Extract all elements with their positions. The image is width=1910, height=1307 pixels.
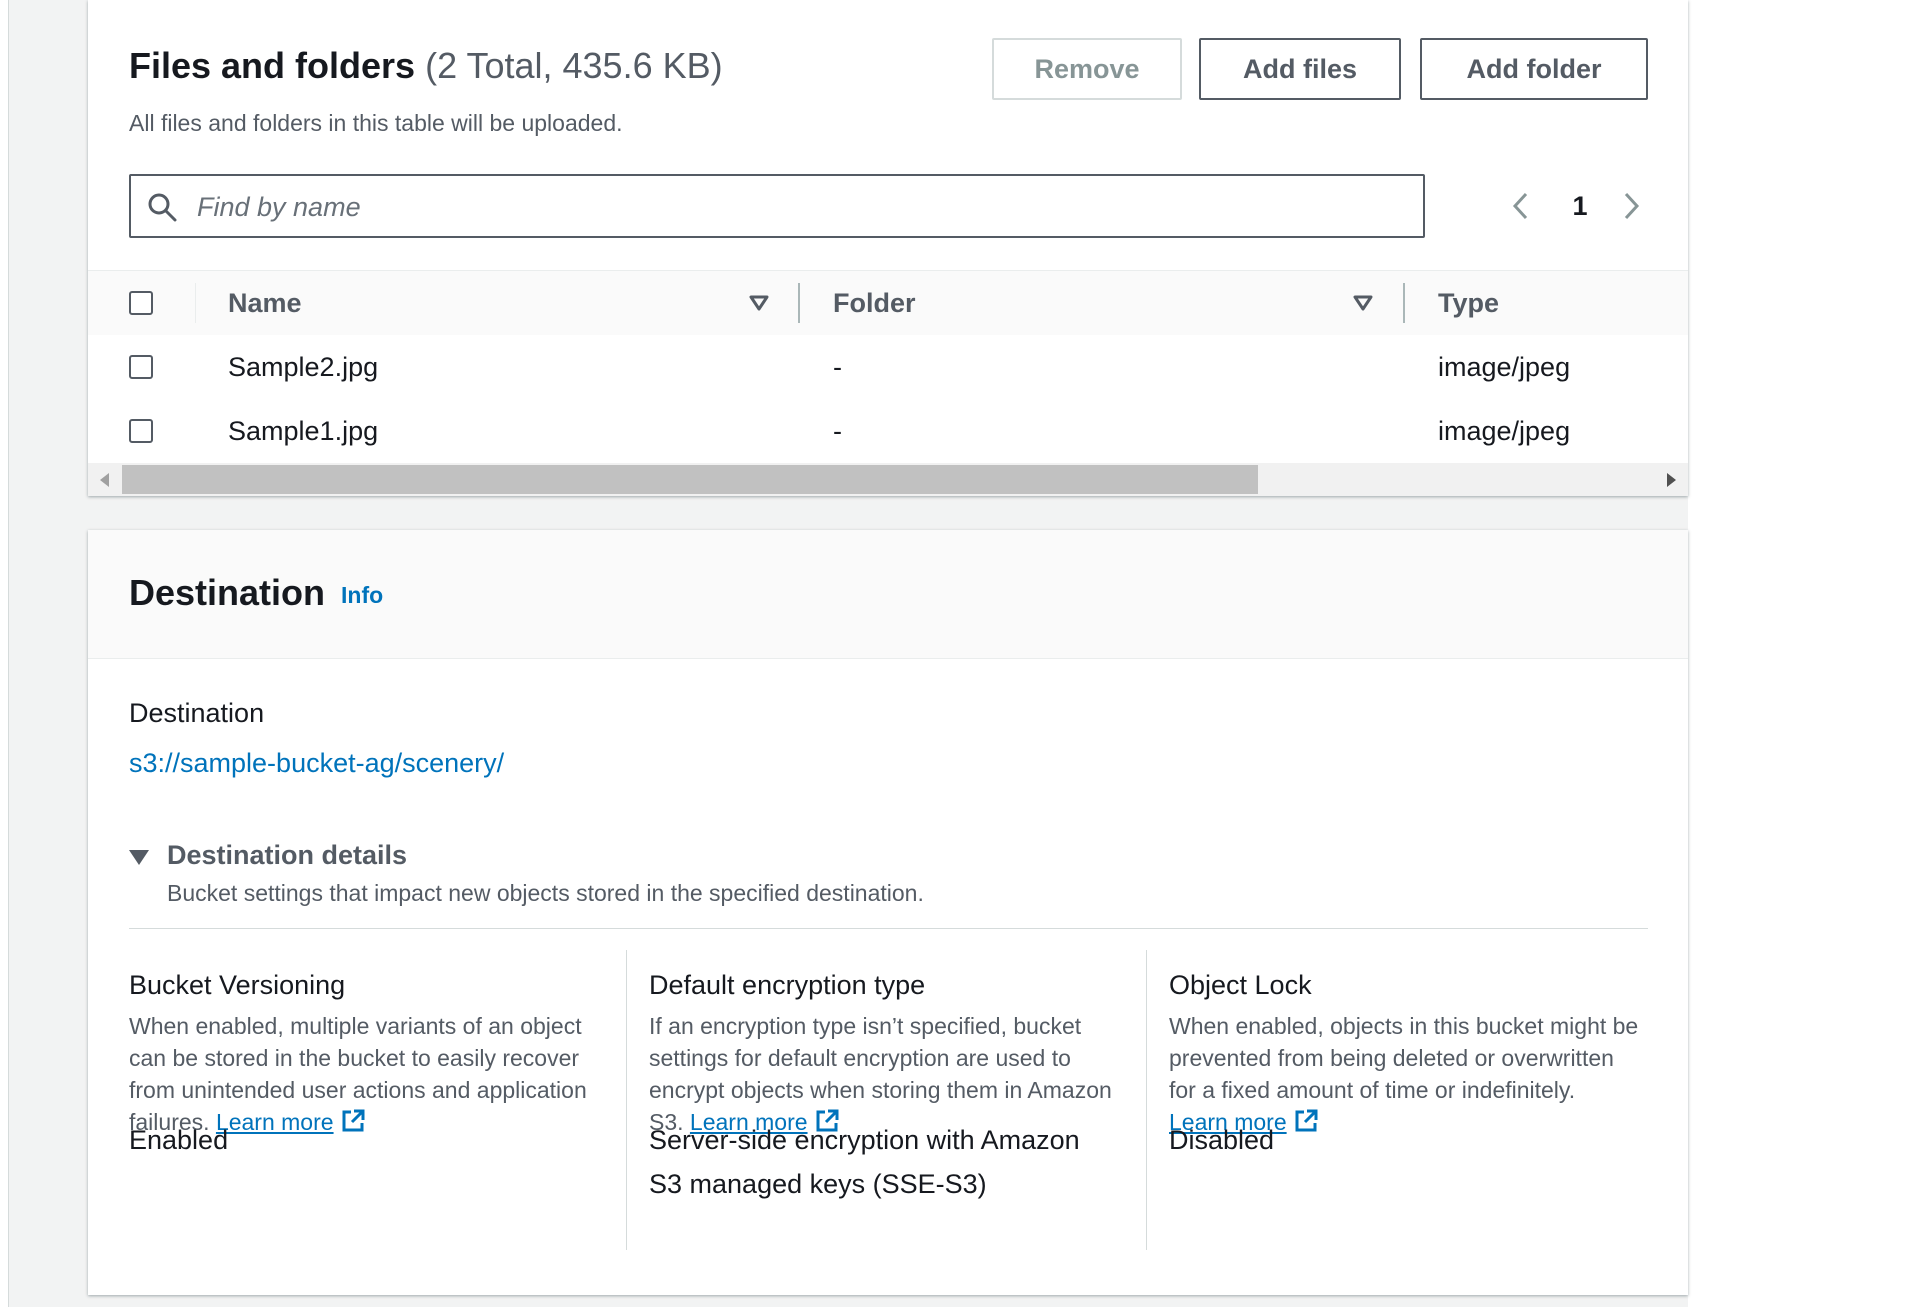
pagination-current-page[interactable]: 1 bbox=[1565, 186, 1595, 226]
setting-value: Enabled bbox=[129, 1125, 229, 1155]
scroll-left-arrow-icon[interactable] bbox=[100, 473, 109, 487]
destination-title: Destination bbox=[129, 572, 326, 613]
files-panel-title: Files and folders (2 Total, 435.6 KB) bbox=[129, 45, 723, 87]
destination-panel: Destination Info Destination s3://sample… bbox=[88, 530, 1688, 1295]
destination-link[interactable]: s3://sample-bucket-ag/scenery/ bbox=[129, 748, 504, 779]
column-header-folder[interactable]: Folder bbox=[833, 271, 916, 335]
table-row[interactable]: Sample1.jpg - image/jpeg bbox=[88, 399, 1688, 464]
column-resizer[interactable] bbox=[1403, 283, 1405, 323]
caret-down-icon bbox=[129, 850, 149, 865]
angle-right-icon[interactable] bbox=[1616, 186, 1646, 226]
info-link[interactable]: Info bbox=[341, 582, 383, 609]
bucket-versioning-column: Bucket Versioning When enabled, multiple… bbox=[129, 950, 599, 1250]
column-divider bbox=[195, 283, 196, 323]
add-files-button[interactable]: Add files bbox=[1199, 38, 1401, 100]
setting-value: Server-side encryption with Amazon S3 ma… bbox=[649, 1125, 1080, 1199]
external-link-icon[interactable] bbox=[1293, 1108, 1319, 1134]
files-title-text: Files and folders bbox=[129, 45, 416, 86]
scroll-right-arrow-icon[interactable] bbox=[1667, 473, 1676, 487]
scrollbar-thumb[interactable] bbox=[122, 465, 1258, 494]
external-link-icon[interactable] bbox=[340, 1108, 366, 1134]
add-folder-button[interactable]: Add folder bbox=[1420, 38, 1648, 100]
page-left-border bbox=[0, 0, 9, 1307]
search-box bbox=[129, 174, 1425, 238]
learn-more-link[interactable]: Learn more bbox=[216, 1109, 334, 1135]
table-header: Name Folder Type bbox=[88, 270, 1688, 336]
setting-title: Object Lock bbox=[1169, 970, 1312, 1000]
destination-details-label: Destination details bbox=[167, 840, 408, 870]
table-row[interactable]: Sample2.jpg - image/jpeg bbox=[88, 335, 1688, 400]
default-encryption-column: Default encryption type If an encryption… bbox=[649, 950, 1119, 1250]
row-checkbox[interactable] bbox=[129, 419, 153, 443]
divider bbox=[129, 928, 1648, 929]
remove-button[interactable]: Remove bbox=[992, 38, 1182, 100]
files-count: (2 Total, 435.6 KB) bbox=[425, 45, 723, 86]
file-name: Sample1.jpg bbox=[228, 416, 379, 446]
files-and-folders-panel: Files and folders (2 Total, 435.6 KB) Al… bbox=[88, 0, 1688, 496]
file-folder: - bbox=[833, 416, 842, 446]
column-header-type[interactable]: Type bbox=[1438, 271, 1499, 335]
setting-value: Disabled bbox=[1169, 1125, 1275, 1155]
column-separator bbox=[1146, 950, 1147, 1250]
select-all-checkbox[interactable] bbox=[129, 291, 153, 315]
search-input[interactable] bbox=[195, 184, 1399, 230]
column-resizer[interactable] bbox=[798, 283, 800, 323]
column-header-name[interactable]: Name bbox=[228, 271, 302, 335]
destination-label: Destination bbox=[129, 698, 265, 728]
setting-title: Default encryption type bbox=[649, 970, 926, 1000]
file-type: image/jpeg bbox=[1438, 352, 1571, 382]
row-checkbox[interactable] bbox=[129, 355, 153, 379]
column-separator bbox=[626, 950, 627, 1250]
destination-details-description: Bucket settings that impact new objects … bbox=[167, 880, 924, 906]
object-lock-column: Object Lock When enabled, objects in thi… bbox=[1169, 950, 1639, 1250]
file-name: Sample2.jpg bbox=[228, 352, 379, 382]
search-icon bbox=[148, 193, 177, 222]
caret-down-filled-icon[interactable] bbox=[1352, 293, 1374, 313]
angle-left-icon[interactable] bbox=[1506, 186, 1536, 226]
files-description: All files and folders in this table will… bbox=[129, 110, 623, 136]
caret-down-filled-icon[interactable] bbox=[748, 293, 770, 313]
file-folder: - bbox=[833, 352, 842, 382]
page-right-gutter bbox=[1688, 0, 1910, 1307]
destination-header: Destination Info bbox=[88, 530, 1688, 659]
setting-title: Bucket Versioning bbox=[129, 970, 346, 1000]
horizontal-scrollbar[interactable] bbox=[88, 463, 1688, 496]
file-type: image/jpeg bbox=[1438, 416, 1571, 446]
